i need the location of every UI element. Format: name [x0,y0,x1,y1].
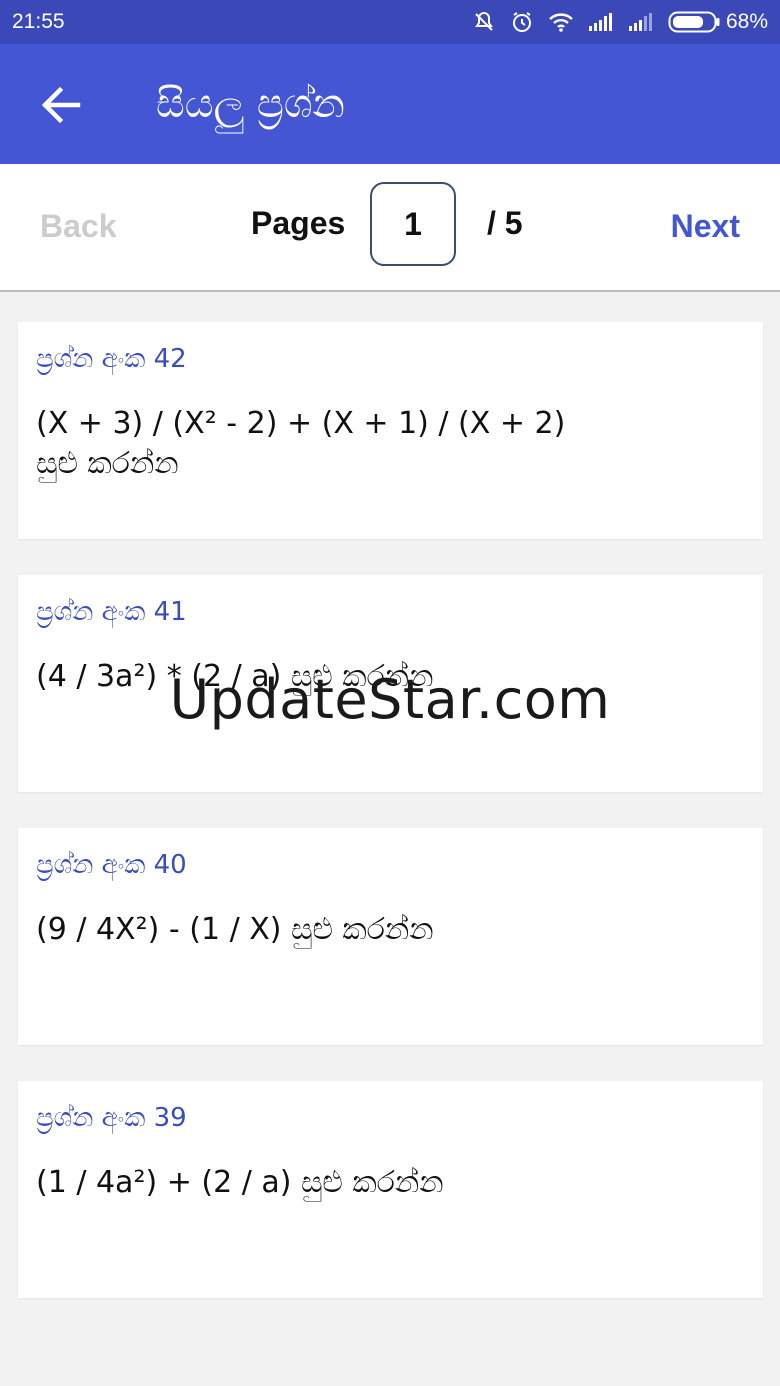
question-text: (X + 3) / (X² - 2) + (X + 1) / (X + 2) ස… [36,406,566,481]
alarm-icon [512,12,531,32]
pagination-bar: Back Pages 1 / 5 Next [0,164,780,292]
question-number: ප්‍රශ්න අංක 41 [36,597,187,627]
question-card[interactable]: ප්‍රශ්න අංක 40 (9 / 4X²) - (1 / X) සුළු … [18,828,763,1045]
question-card[interactable]: ප්‍රශ්න අංක 41 (4 / 3a²) * (2 / a) සුළු … [18,575,763,792]
signal-icon [588,13,612,31]
question-text: (4 / 3a²) * (2 / a) සුළු කරන්න [36,659,434,694]
page-title: සියලු ප්‍රශ්න [156,81,345,127]
status-icons: 68% [472,10,768,34]
question-number: ප්‍රශ්න අංක 42 [36,344,187,374]
battery-indicator: 68% [668,10,768,34]
back-button[interactable]: Back [40,208,117,245]
question-text: (1 / 4a²) + (2 / a) සුළු කරන්න [36,1165,444,1200]
mute-icon [475,11,493,31]
page-total: / 5 [487,205,523,241]
battery-icon [668,11,720,33]
question-number: ප්‍රශ්න අංක 39 [36,1103,187,1133]
status-time: 21:55 [12,10,65,33]
question-card[interactable]: ප්‍රශ්න අංක 39 (1 / 4a²) + (2 / a) සුළු … [18,1081,763,1298]
wifi-icon [549,13,573,32]
signal-icon [628,13,652,31]
battery-percent: 68% [725,10,768,33]
question-text: (9 / 4X²) - (1 / X) සුළු කරන්න [36,912,434,947]
pages-label: Pages [251,205,346,241]
page-number-input[interactable]: 1 [370,182,456,266]
question-number: ප්‍රශ්න අංක 40 [36,850,187,880]
next-button[interactable]: Next [671,208,740,245]
question-card[interactable]: ප්‍රශ්න අංක 42 (X + 3) / (X² - 2) + (X +… [18,322,763,539]
app-bar: සියලු ප්‍රශ්න [0,44,780,164]
status-bar: 21:55 68% [0,0,780,44]
arrow-left-icon[interactable] [40,84,82,126]
